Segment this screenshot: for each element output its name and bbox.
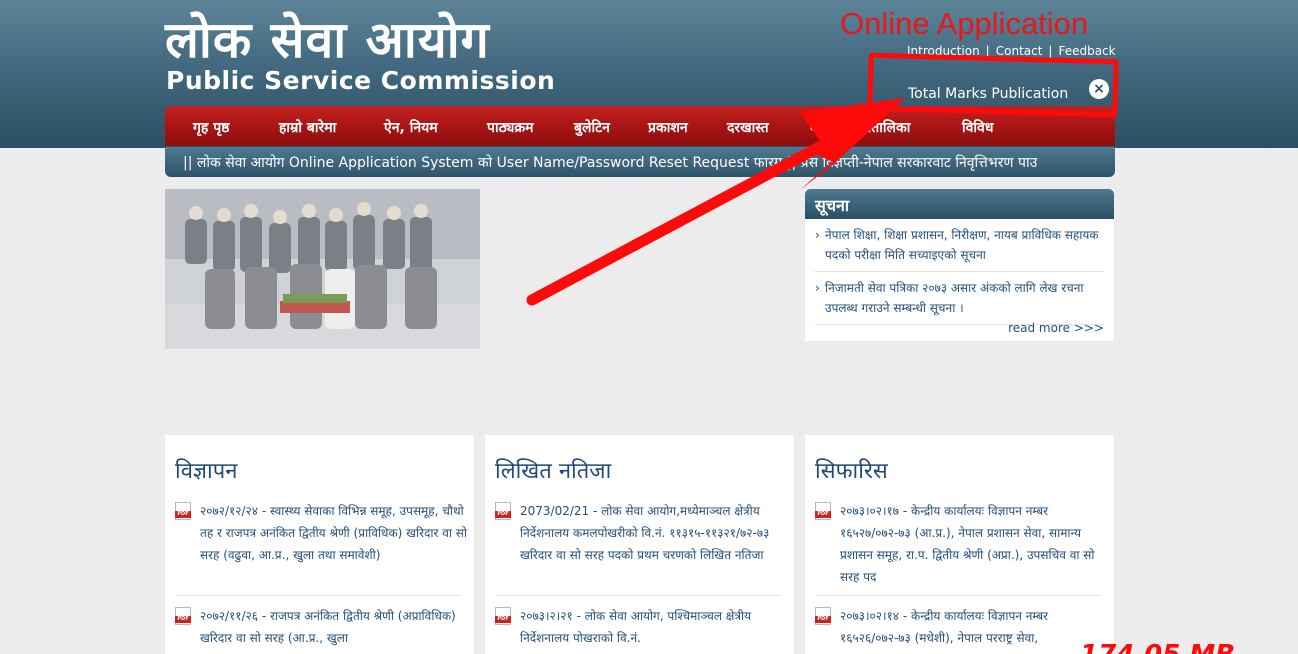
- download-size-label: 174.05 MB: [1080, 640, 1235, 654]
- red-arrow-annotation: [526, 98, 905, 306]
